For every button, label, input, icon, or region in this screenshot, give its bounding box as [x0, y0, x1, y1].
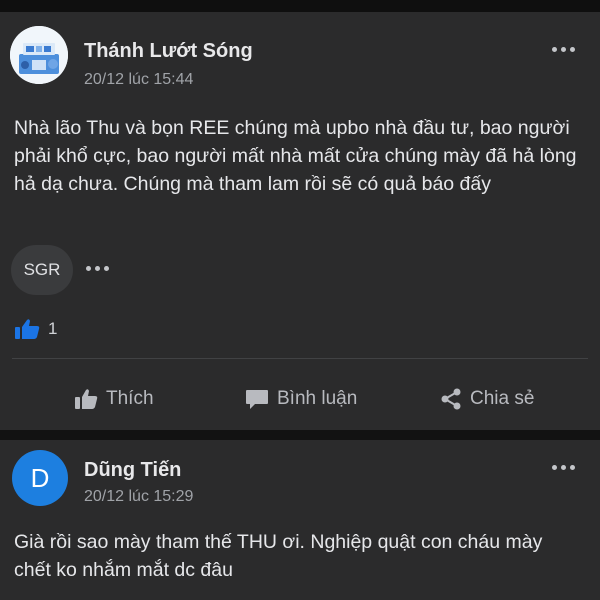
share-label: Chia sẻ — [470, 388, 535, 409]
like-label: Thích — [106, 388, 154, 409]
share-button[interactable]: Chia sẻ — [440, 388, 534, 410]
author-name[interactable]: Dũng Tiến — [84, 459, 181, 482]
divider — [12, 358, 588, 359]
avatar-image — [10, 26, 68, 84]
reaction-summary[interactable]: 1 — [14, 318, 57, 340]
comment-button[interactable]: Bình luận — [245, 388, 357, 410]
post-timestamp[interactable]: 20/12 lúc 15:44 — [84, 71, 193, 89]
post-text: Nhà lão Thu và bọn REE chúng mà upbo nhà… — [14, 117, 577, 195]
comment-icon — [246, 390, 268, 409]
more-options-icon[interactable] — [552, 47, 575, 52]
share-icon — [441, 388, 461, 410]
avatar[interactable]: D — [12, 450, 68, 506]
top-gap — [0, 0, 600, 12]
post-text: Già rồi sao mày tham thế THU ơi. Nghiệp … — [14, 531, 543, 581]
thumbs-up-icon — [75, 389, 98, 409]
post-timestamp[interactable]: 20/12 lúc 15:29 — [84, 488, 193, 506]
tag-more-icon[interactable] — [86, 266, 109, 271]
avatar[interactable] — [10, 26, 68, 84]
like-count: 1 — [48, 319, 58, 338]
comment-label: Bình luận — [277, 388, 358, 409]
like-button[interactable]: Thích — [74, 388, 154, 410]
like-reaction-icon — [15, 319, 40, 339]
tag-chip[interactable]: SGR — [11, 245, 73, 295]
author-name[interactable]: Thánh Lướt Sóng — [84, 40, 253, 63]
more-options-icon[interactable] — [552, 465, 575, 470]
